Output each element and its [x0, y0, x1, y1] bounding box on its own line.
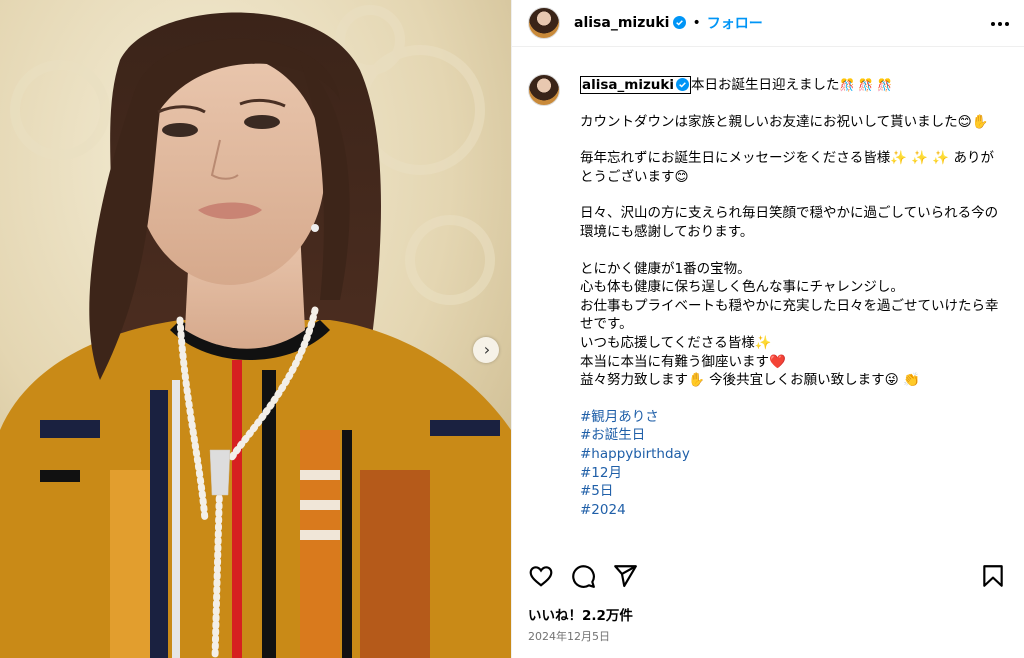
caption-line: 日々、沢山の方に支えられ毎日笑顔で穏やかに過ごしていられる今の環境にも感謝してお…	[580, 205, 999, 240]
caption-line: いつも応援してくださる皆様✨	[580, 334, 772, 351]
post-date[interactable]: 2024年12月5日	[528, 628, 610, 644]
comment-icon[interactable]	[570, 563, 596, 589]
hashtag-link[interactable]: #happybirthday	[580, 445, 1002, 464]
confetti-emoji: 🎊 🎊 🎊	[839, 78, 892, 92]
hashtag-link[interactable]: #12月	[580, 464, 1002, 483]
follow-button[interactable]: フォロー	[707, 13, 763, 33]
post-details-panel: alisa_mizuki • フォロー alisa_mizuki 本日お誕生日迎え…	[511, 0, 1024, 658]
caption-line: 益々努力致します✋ 今後共宜しくお願い致します😜 👏	[580, 372, 920, 389]
verified-badge-icon	[673, 16, 687, 29]
post-header: alisa_mizuki • フォロー	[512, 0, 1024, 47]
post-photo[interactable]: ›	[0, 0, 511, 658]
avatar[interactable]	[528, 7, 560, 39]
caption-text: alisa_mizuki 本日お誕生日迎えました🎊 🎊 🎊 カウントダウンは家族と…	[580, 76, 1002, 519]
caption-line: 心も体も健康に保ち逞しく色んな事にチャレンジし。	[580, 279, 904, 296]
carousel-next-button[interactable]: ›	[473, 337, 499, 363]
hashtag-link[interactable]: #お誕生日	[580, 426, 1002, 445]
header-username[interactable]: alisa_mizuki	[574, 15, 687, 31]
verified-badge-icon	[676, 78, 690, 91]
portrait-illustration	[0, 0, 511, 658]
likes-count[interactable]: いいね！2.2万件	[528, 604, 633, 624]
hashtag-link[interactable]: #2024	[580, 501, 1002, 520]
caption-paragraph: カウントダウンは家族と親しいお友達にお祝いして貰いました😊✋	[580, 113, 1002, 132]
hashtag-link[interactable]: #5日	[580, 482, 1002, 501]
heart-icon[interactable]	[528, 563, 554, 589]
hashtag-link[interactable]: #観月ありさ	[580, 408, 1002, 427]
caption-paragraph: とにかく健康が1番の宝物。 心も体も健康に保ち逞しく色んな事にチャレンジし。 お…	[580, 260, 1002, 390]
caption-line: カウントダウンは家族と親しいお友達にお祝いして貰いました😊✋	[580, 113, 989, 130]
caption-username[interactable]: alisa_mizuki	[580, 76, 692, 94]
caption-line: とにかく健康が1番の宝物。	[580, 260, 751, 277]
caption-line: 本当に本当に有難う御座います❤️	[580, 353, 786, 370]
share-icon[interactable]	[612, 563, 638, 589]
hashtag-list: #観月ありさ #お誕生日 #happybirthday #12月 #5日 #20…	[580, 408, 1002, 520]
caption-section: alisa_mizuki 本日お誕生日迎えました🎊 🎊 🎊 カウントダウンは家族と…	[528, 66, 1008, 548]
separator-dot: •	[692, 15, 701, 31]
caption-paragraph: 毎年忘れずにお誕生日にメッセージをくださる皆様✨ ✨ ✨ ありがとうございます😊	[580, 149, 1002, 186]
more-options-icon[interactable]	[988, 12, 1012, 36]
caption-line: お仕事もプライベートも穏やかに充実した日々を過ごせていけたら幸せです。	[580, 297, 999, 333]
chevron-right-icon: ›	[483, 340, 491, 359]
bookmark-icon[interactable]	[980, 563, 1006, 589]
action-bar	[528, 563, 1008, 589]
caption-opening: 本日お誕生日迎えました	[691, 77, 840, 93]
caption-line: 毎年忘れずにお誕生日にメッセージをくださる皆様✨ ✨ ✨ ありがとうございます😊	[580, 150, 995, 185]
caption-first-line: alisa_mizuki 本日お誕生日迎えました🎊 🎊 🎊	[580, 76, 1002, 95]
caption-paragraph: 日々、沢山の方に支えられ毎日笑顔で穏やかに過ごしていられる今の環境にも感謝してお…	[580, 204, 1002, 241]
caption-avatar[interactable]	[528, 74, 560, 106]
